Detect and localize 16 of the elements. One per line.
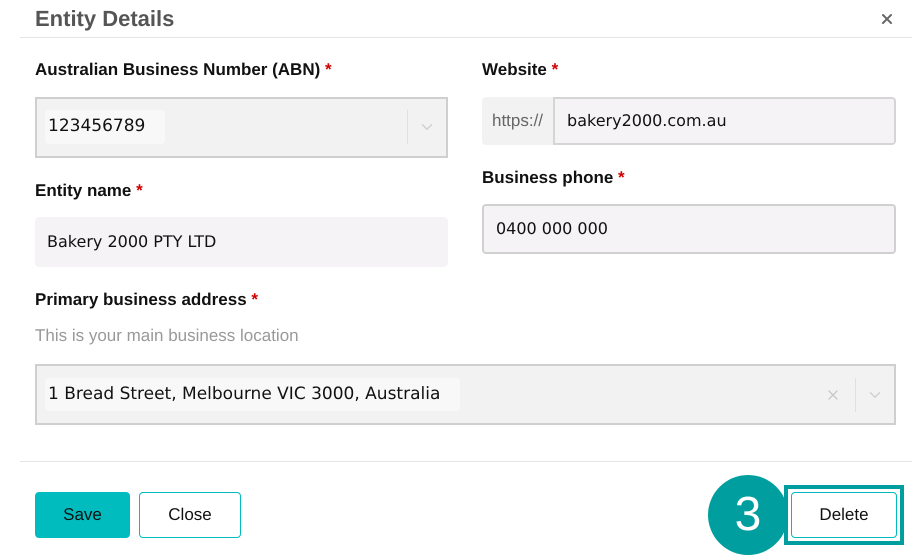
- dialog-title: Entity Details: [35, 5, 174, 33]
- field-label: Australian Business Number (ABN) *: [35, 59, 333, 81]
- secondary-button[interactable]: Close: [139, 492, 241, 538]
- field-label: Website *: [482, 59, 560, 81]
- field-label: Entity name *: [35, 180, 144, 202]
- text-field[interactable]: Bakery 2000 PTY LTD: [35, 217, 448, 267]
- selected-value: 1 Bread Street, Melbourne VIC 3000, Australia: [45, 378, 460, 412]
- field-hint: This is your main business location: [35, 324, 300, 346]
- text-field[interactable]: 0400 000 000: [482, 204, 896, 254]
- field-label: Business phone *: [482, 166, 626, 188]
- url-prefix: https://: [482, 96, 554, 144]
- primary-button[interactable]: Save: [35, 492, 130, 538]
- field-label: Primary business address *: [35, 289, 260, 311]
- website-field[interactable]: bakery2000.com.au: [553, 96, 896, 144]
- selected-value: 123456789: [45, 110, 166, 144]
- secondary-button[interactable]: Delete: [791, 492, 897, 538]
